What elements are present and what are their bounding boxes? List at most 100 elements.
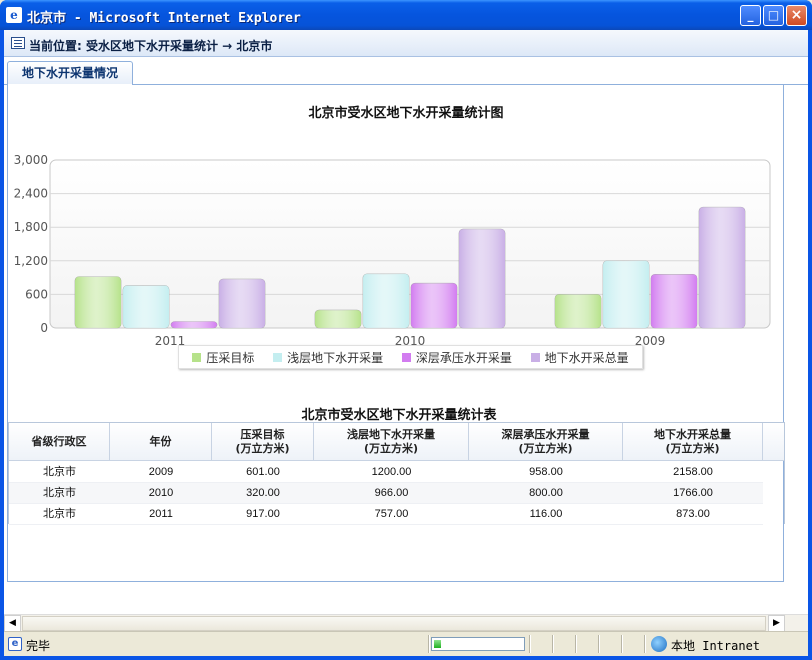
- ie-icon: e: [6, 7, 22, 23]
- column-header-label: 省级行政区: [31, 435, 87, 448]
- table-row[interactable]: 北京市 2009 601.00 1200.00 958.00 2158.00: [9, 462, 763, 483]
- page-done-icon: e: [8, 637, 22, 651]
- status-divider: [575, 635, 576, 653]
- column-header-label: 深层承压水开采量: [501, 428, 590, 441]
- table-cell: 1766.00: [673, 487, 713, 499]
- legend-swatch: [192, 352, 202, 362]
- table-cell: 757.00: [374, 508, 409, 520]
- bar-highlight: [123, 285, 169, 328]
- table-row[interactable]: 北京市 2010 320.00 966.00 800.00 1766.00: [9, 483, 763, 504]
- progress-fill: [434, 640, 441, 648]
- status-divider: [644, 635, 645, 653]
- table-cell: 北京市: [43, 466, 76, 478]
- chart-title: 北京市受水区地下水开采量统计图: [308, 106, 504, 121]
- column-header[interactable]: 地下水开采总量 (万立方米): [623, 423, 763, 461]
- table-title: 北京市受水区地下水开采量统计表: [301, 408, 497, 423]
- tab-strip: 地下水开采量情况: [4, 57, 808, 86]
- x-tick-label: 2009: [635, 334, 666, 345]
- table-cell: 601.00: [246, 466, 280, 478]
- maximize-button[interactable]: □: [763, 5, 784, 26]
- title-bar[interactable]: e 北京市 - Microsoft Internet Explorer _ □ …: [0, 0, 812, 30]
- status-bar: e 完毕 本地 Intranet: [4, 631, 808, 656]
- table-cell: 958.00: [529, 466, 563, 478]
- table-cell: 2158.00: [673, 466, 713, 478]
- legend-item[interactable]: 浅层地下水开采量: [273, 349, 383, 366]
- window-title: 北京市 - Microsoft Internet Explorer: [27, 11, 301, 26]
- list-icon: [11, 37, 25, 49]
- table-cell: 116.00: [529, 508, 563, 520]
- table-cell: 1200.00: [371, 466, 412, 478]
- status-divider: [529, 635, 530, 653]
- table-cell: 2010: [148, 487, 174, 499]
- scroll-left-icon[interactable]: ◀: [4, 615, 21, 632]
- table-cell: 2011: [149, 508, 173, 520]
- x-tick-label: 2010: [395, 334, 426, 345]
- column-header[interactable]: 省级行政区: [9, 423, 110, 461]
- bar-highlight: [459, 229, 505, 328]
- legend-label: 浅层地下水开采量: [287, 350, 384, 365]
- bar-highlight: [555, 294, 601, 328]
- legend-swatch: [401, 352, 411, 362]
- column-header[interactable]: 年份: [110, 423, 212, 461]
- table-cell: 2009: [148, 466, 174, 478]
- horizontal-scrollbar[interactable]: ◀ ▶: [4, 614, 808, 632]
- breadcrumb: 当前位置: 受水区地下水开采量统计 → 北京市: [4, 30, 808, 57]
- y-tick-label: 1,800: [14, 220, 48, 234]
- chart-legend: 压采目标 浅层地下水开采量 深层承压水开采量 地下水开采总量: [178, 345, 643, 369]
- table-header: 省级行政区 年份 压采目标 (万立方米) 浅层地下水开采量 (万立方米) 深层承压水开采量(…: [9, 423, 784, 461]
- bar-highlight: [411, 283, 457, 328]
- column-header-unit: (万立方米): [363, 442, 419, 455]
- stats-table: 省级行政区 年份 压采目标 (万立方米) 浅层地下水开采量 (万立方米) 深层承压水开采量(…: [8, 422, 785, 525]
- table-cell: 966.00: [374, 487, 409, 499]
- bar-highlight: [363, 273, 409, 328]
- column-header-unit: (万立方米): [235, 442, 290, 455]
- legend-label: 压采目标: [206, 350, 255, 365]
- column-header-unit: (万立方米): [665, 442, 720, 455]
- bar-highlight: [315, 310, 361, 328]
- legend-swatch: [273, 352, 283, 362]
- column-header[interactable]: 压采目标 (万立方米): [212, 423, 314, 461]
- column-header-label: 地下水开采总量: [654, 428, 731, 441]
- intranet-zone-icon: [651, 636, 667, 652]
- y-tick-label: 1,200: [14, 254, 48, 268]
- status-divider: [552, 635, 553, 653]
- browser-window: e 北京市 - Microsoft Internet Explorer _ □ …: [0, 0, 812, 660]
- column-header-unit: (万立方米): [518, 442, 573, 455]
- legend-label: 地下水开采总量: [544, 350, 629, 365]
- column-header[interactable]: 浅层地下水开采量 (万立方米): [314, 423, 469, 461]
- bar-highlight: [699, 207, 745, 328]
- column-header-label: 压采目标: [240, 428, 285, 441]
- x-tick-label: 2011: [155, 334, 186, 345]
- bar-chart: 06001,2001,8002,4003,000 201120102009 年份: [14, 153, 771, 345]
- table-row[interactable]: 北京市 2011 917.00 757.00 116.00 873.00: [9, 504, 763, 525]
- legend-item[interactable]: 压采目标: [192, 349, 254, 366]
- table-cell: 800.00: [529, 487, 563, 499]
- status-divider: [428, 635, 429, 653]
- close-button[interactable]: ×: [786, 5, 807, 26]
- legend-item[interactable]: 地下水开采总量: [530, 349, 629, 366]
- breadcrumb-text: 当前位置: 受水区地下水开采量统计 → 北京市: [29, 39, 273, 53]
- y-tick-label: 2,400: [14, 187, 48, 201]
- table-cell: 320.00: [246, 487, 280, 499]
- minimize-button[interactable]: _: [740, 5, 761, 26]
- column-header[interactable]: 深层承压水开采量 (万立方米): [469, 423, 623, 461]
- y-tick-label: 3,000: [14, 153, 48, 167]
- scroll-right-icon[interactable]: ▶: [768, 615, 785, 632]
- status-divider: [598, 635, 599, 653]
- status-text: 完毕: [26, 639, 51, 653]
- y-tick-label: 600: [25, 287, 48, 301]
- table-cell: 873.00: [676, 508, 710, 520]
- browser-content: 当前位置: 受水区地下水开采量统计 → 北京市 地下水开采量情况 北京市受水区地…: [4, 30, 808, 656]
- tab-groundwater-extraction[interactable]: 地下水开采量情况: [7, 61, 133, 86]
- bar-highlight: [75, 276, 121, 328]
- y-tick-label: 0: [40, 321, 48, 335]
- legend-label: 深层承压水开采量: [415, 350, 512, 365]
- bar-highlight: [603, 260, 649, 328]
- bar-highlight: [219, 279, 265, 328]
- legend-swatch: [530, 352, 540, 362]
- legend-item[interactable]: 深层承压水开采量: [401, 349, 512, 366]
- bar-highlight: [171, 321, 217, 328]
- scrollbar-thumb[interactable]: [22, 616, 766, 631]
- progress-bar: [431, 637, 525, 651]
- table-cell: 北京市: [43, 508, 76, 520]
